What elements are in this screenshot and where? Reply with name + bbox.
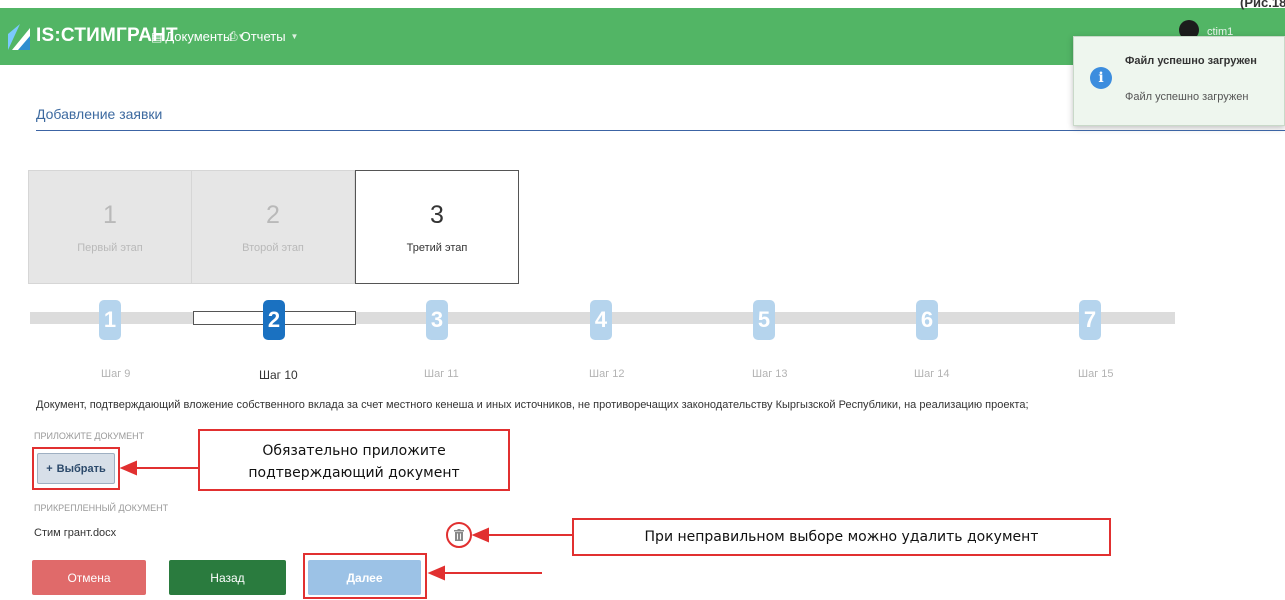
step-marker-5[interactable]: 5 <box>753 300 775 340</box>
stage-tab-1[interactable]: 1 Первый этап <box>28 170 192 284</box>
step-marker-1[interactable]: 1 <box>99 300 121 340</box>
step-label-2: Шаг 10 <box>259 368 298 382</box>
stage-tab-3[interactable]: 3 Третий этап <box>355 170 519 284</box>
delete-file-button[interactable] <box>446 522 472 548</box>
step-label-3: Шаг 11 <box>424 368 459 380</box>
info-icon: i <box>1090 67 1112 89</box>
title-divider <box>36 130 1285 131</box>
step-label-5: Шаг 13 <box>752 368 788 380</box>
step-label-4: Шаг 12 <box>589 368 625 380</box>
choose-file-button[interactable]: + Выбрать <box>37 453 115 484</box>
page-title: Добавление заявки <box>36 106 163 122</box>
choose-file-label: Выбрать <box>56 462 106 475</box>
stage-label: Второй этап <box>242 242 304 254</box>
cancel-button[interactable]: Отмена <box>32 560 146 595</box>
step-marker-7[interactable]: 7 <box>1079 300 1101 340</box>
figure-caption: (Рис.18 <box>1240 0 1285 10</box>
chevron-down-icon: ▼ <box>290 32 299 41</box>
toast-message: Файл успешно загружен <box>1125 91 1249 103</box>
stage-number: 3 <box>430 201 444 229</box>
nav-reports-menu[interactable]: ⎙ Отчеты ▼ <box>228 29 298 44</box>
nav-documents-label: Документы <box>165 29 233 44</box>
nav-reports-label: Отчеты <box>240 29 286 44</box>
step-marker-6[interactable]: 6 <box>916 300 938 340</box>
plus-icon: + <box>46 462 53 475</box>
attached-file-name[interactable]: Стим грант.docx <box>34 527 116 539</box>
print-icon: ⎙ <box>228 29 238 43</box>
stage-number: 2 <box>266 201 280 229</box>
document-requirement-text: Документ, подтверждающий вложение собств… <box>36 399 1029 411</box>
attach-required-callout: Обязательно приложите подтверждающий док… <box>198 429 510 491</box>
step-label-1: Шаг 9 <box>101 368 131 380</box>
callout-line-1: Обязательно приложите <box>262 443 446 459</box>
attach-document-label: Приложите документ <box>34 431 145 441</box>
step-marker-4[interactable]: 4 <box>590 300 612 340</box>
stage-label: Первый этап <box>77 242 143 254</box>
stage-number: 1 <box>103 201 117 229</box>
callout-line-2: подтверждающий документ <box>248 465 460 481</box>
stage-label: Третий этап <box>406 242 468 254</box>
trash-icon <box>454 529 464 541</box>
step-label-6: Шаг 14 <box>914 368 950 380</box>
logo-icon <box>8 24 30 50</box>
success-toast[interactable]: i Файл успешно загружен Файл успешно заг… <box>1073 36 1285 126</box>
step-marker-2[interactable]: 2 <box>263 300 285 340</box>
delete-hint-callout: При неправильном выборе можно удалить до… <box>572 518 1111 556</box>
toast-title: Файл успешно загружен <box>1125 55 1257 67</box>
next-button[interactable]: Далее <box>308 560 421 595</box>
back-button[interactable]: Назад <box>169 560 286 595</box>
step-marker-3[interactable]: 3 <box>426 300 448 340</box>
attached-document-label: Прикрепленный документ <box>34 503 169 513</box>
step-label-7: Шаг 15 <box>1078 368 1114 380</box>
documents-list-icon: ▤ <box>151 29 163 44</box>
stage-tab-2[interactable]: 2 Второй этап <box>191 170 355 284</box>
